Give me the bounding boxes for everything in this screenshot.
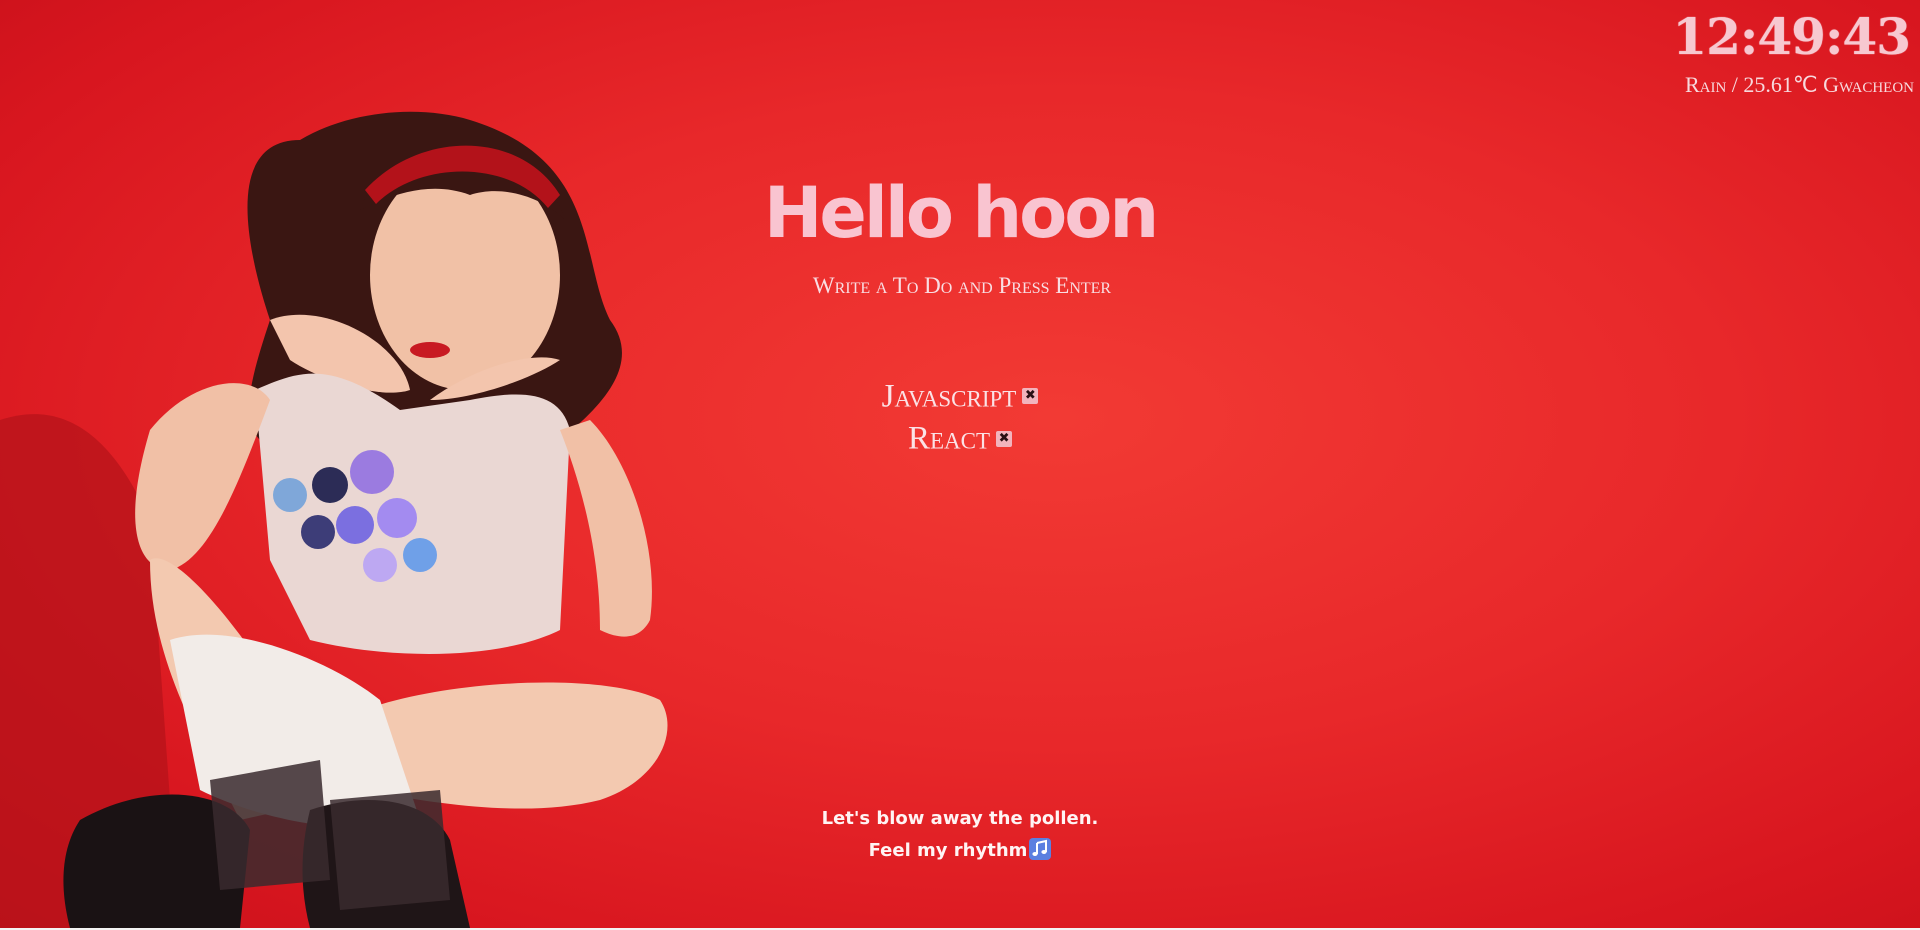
- weather-info: Rain / 25.61℃ Gwacheon: [1684, 72, 1914, 97]
- lyric-line-1: Let's blow away the pollen.: [821, 808, 1099, 829]
- lyric-line-2: Feel my rhythm: [868, 840, 1028, 861]
- lyric-line-2-wrap: Feel my rhythm: [0, 835, 1920, 867]
- lyric-quote: Let's blow away the pollen. Feel my rhyt…: [0, 803, 1920, 867]
- todo-input[interactable]: [760, 272, 1164, 300]
- greeting-title: Hello hoon: [0, 172, 1920, 254]
- todo-item-text: Javascript: [881, 378, 1017, 415]
- todo-item-text: React: [907, 420, 991, 457]
- todo-form: [760, 272, 1164, 300]
- greeting-text: Hello hoon: [763, 172, 1159, 254]
- delete-todo-button[interactable]: ✖: [1022, 388, 1039, 405]
- music-note-icon: [1029, 838, 1052, 860]
- delete-todo-button[interactable]: ✖: [996, 430, 1013, 447]
- todo-list: Javascript ✖ React ✖: [0, 374, 1920, 459]
- todo-item: Javascript ✖: [0, 374, 1920, 416]
- clock: 12:49:43: [1672, 7, 1911, 66]
- todo-item: React ✖: [0, 416, 1920, 458]
